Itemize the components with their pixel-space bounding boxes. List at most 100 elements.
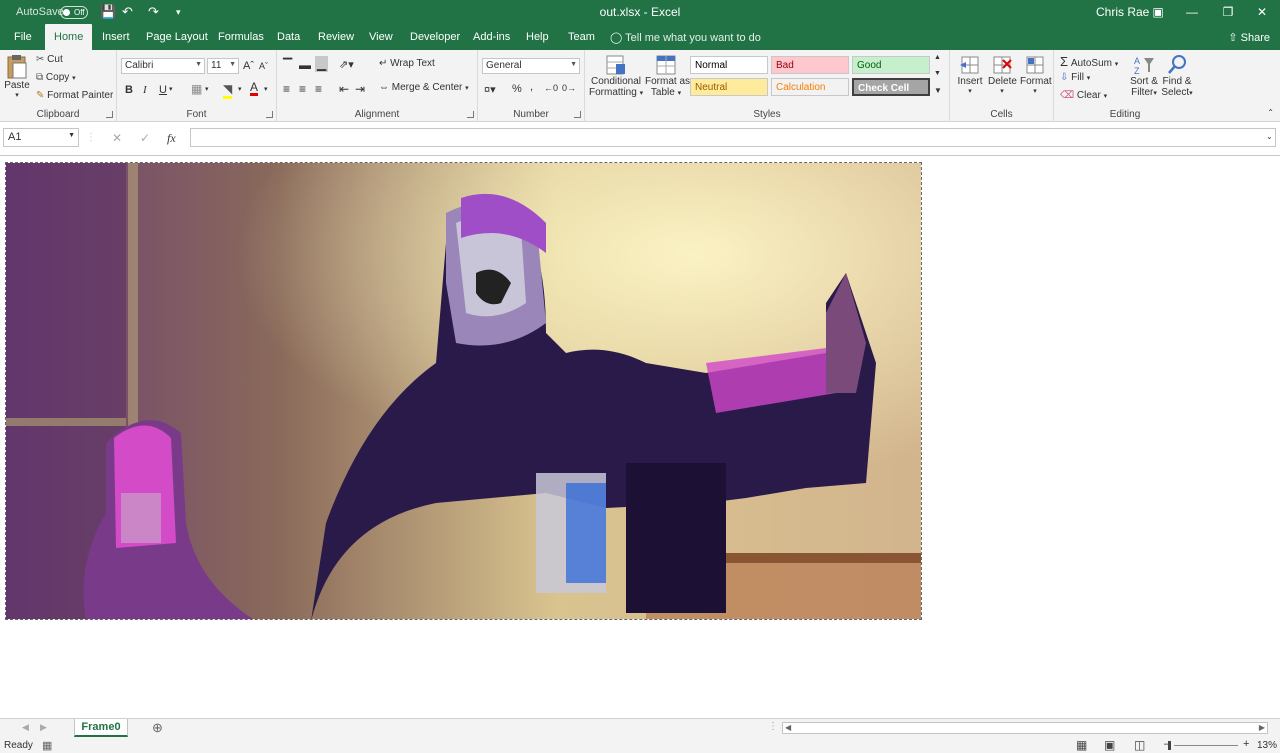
decrease-font-icon[interactable]: Aˇ <box>259 61 268 71</box>
clear-button[interactable]: ⌫ Clear ▾ <box>1060 90 1107 101</box>
tab-team[interactable]: Team <box>559 24 604 50</box>
bold-button[interactable]: B <box>125 84 133 96</box>
styles-scroll-up-icon[interactable]: ▲ <box>934 54 941 61</box>
decrease-indent-icon[interactable]: ⇤ <box>339 82 349 96</box>
tab-review[interactable]: Review <box>309 24 363 50</box>
comma-style-button[interactable]: , <box>530 81 533 93</box>
zoom-level[interactable]: 13% <box>1257 740 1277 751</box>
style-calculation[interactable]: Calculation <box>771 78 849 96</box>
number-format-combo[interactable]: General ▼ <box>482 58 580 74</box>
scroll-tabs-left-icon[interactable]: ◀ <box>22 722 29 733</box>
insert-function-button[interactable]: fx <box>167 131 176 146</box>
style-good[interactable]: Good <box>852 56 930 74</box>
split-handle-icon[interactable]: ⋮ <box>768 721 778 732</box>
wrap-text-button[interactable]: ↵ Wrap Text <box>379 58 435 69</box>
scroll-left-icon[interactable]: ◀ <box>785 723 791 732</box>
style-check-cell[interactable]: Check Cell <box>852 78 930 96</box>
number-launcher-icon[interactable] <box>574 111 581 118</box>
italic-button[interactable]: I <box>143 84 147 96</box>
scroll-tabs-right-icon[interactable]: ▶ <box>40 722 47 733</box>
worksheet-grid[interactable] <box>0 155 1280 718</box>
tab-formulas[interactable]: Formulas <box>209 24 273 50</box>
top-align-icon[interactable]: ▔ <box>283 58 292 72</box>
font-size-combo[interactable]: 11 ▼ <box>207 58 239 74</box>
restore-icon[interactable]: ❐ <box>1216 2 1240 22</box>
sheet-tab-frame0[interactable]: Frame0 <box>74 719 128 737</box>
merge-center-button[interactable]: ⇔ Merge & Center ▾ <box>379 82 469 93</box>
styles-scroll-down-icon[interactable]: ▼ <box>934 70 941 77</box>
tell-me-search[interactable]: ◯ Tell me what you want to do <box>610 31 761 44</box>
alignment-launcher-icon[interactable] <box>467 111 474 118</box>
zoom-slider[interactable] <box>1174 745 1238 746</box>
font-launcher-icon[interactable] <box>266 111 273 118</box>
autosum-button[interactable]: Σ AutoSum ▾ <box>1060 54 1118 69</box>
formula-input[interactable] <box>190 128 1276 147</box>
share-button[interactable]: ⇧ Share <box>1228 31 1270 44</box>
paste-button[interactable]: Paste ▾ <box>4 54 30 99</box>
tab-insert[interactable]: Insert <box>93 24 139 50</box>
autosave-toggle[interactable]: Off <box>60 6 88 19</box>
tab-help[interactable]: Help <box>517 24 558 50</box>
borders-icon[interactable]: ▦ <box>191 82 202 96</box>
page-layout-view-icon[interactable]: ▣ <box>1104 738 1115 752</box>
new-sheet-icon[interactable]: ⊕ <box>152 720 163 736</box>
close-icon[interactable]: ✕ <box>1250 2 1274 22</box>
font-color-dropdown-icon[interactable]: ▾ <box>264 85 268 93</box>
style-neutral[interactable]: Neutral <box>690 78 768 96</box>
zoom-slider-thumb[interactable] <box>1168 741 1171 750</box>
insert-cells-button[interactable]: Insert ▾ <box>956 54 984 95</box>
conditional-formatting-button[interactable]: Conditional Formatting ▾ <box>589 54 643 98</box>
font-color-icon[interactable]: A <box>250 81 259 96</box>
delete-cells-button[interactable]: Delete ▾ <box>988 54 1017 95</box>
horizontal-scrollbar[interactable]: ◀ ▶ <box>782 722 1268 734</box>
middle-align-icon[interactable]: ▬ <box>299 58 311 72</box>
collapse-ribbon-icon[interactable]: ⌃ <box>1267 108 1274 117</box>
decrease-decimal-icon[interactable]: 0→ <box>562 83 576 93</box>
sort-filter-button[interactable]: AZ Sort & Filter▾ <box>1128 54 1160 98</box>
tab-data[interactable]: Data <box>268 24 309 50</box>
percent-style-button[interactable]: % <box>512 83 522 95</box>
styles-more-icon[interactable]: ▼ <box>934 86 942 95</box>
embedded-picture[interactable] <box>5 162 922 620</box>
confirm-entry-icon[interactable]: ✓ <box>140 131 150 145</box>
increase-font-icon[interactable]: Aˆ <box>243 60 254 72</box>
clipboard-launcher-icon[interactable] <box>106 111 113 118</box>
customize-qat-icon[interactable]: ▾ <box>176 7 181 18</box>
tab-view[interactable]: View <box>360 24 402 50</box>
style-bad[interactable]: Bad <box>771 56 849 74</box>
macro-record-icon[interactable]: ▦ <box>42 739 52 752</box>
underline-dropdown-icon[interactable]: ▾ <box>169 85 173 93</box>
orientation-icon[interactable]: ⇗▾ <box>339 58 354 71</box>
user-name[interactable]: Chris Rae <box>1096 5 1149 19</box>
fill-color-dropdown-icon[interactable]: ▾ <box>238 85 242 93</box>
align-right-icon[interactable]: ≡ <box>315 82 322 96</box>
minimize-icon[interactable]: — <box>1180 2 1204 22</box>
scroll-right-icon[interactable]: ▶ <box>1259 723 1265 732</box>
redo-icon[interactable]: ↷ <box>148 4 159 20</box>
bottom-align-icon[interactable]: ▁ <box>315 56 329 72</box>
increase-indent-icon[interactable]: ⇥ <box>355 82 365 96</box>
align-left-icon[interactable]: ≡ <box>283 82 290 96</box>
format-painter-button[interactable]: ✎ Format Painter <box>36 90 113 101</box>
tab-home[interactable]: Home <box>45 24 93 50</box>
accounting-format-icon[interactable]: ¤▾ <box>484 83 496 96</box>
fill-button[interactable]: ⇩ Fill ▾ <box>1060 72 1090 83</box>
expand-formula-bar-icon[interactable]: ⌄ <box>1266 132 1273 141</box>
underline-button[interactable]: U <box>159 84 167 96</box>
page-break-view-icon[interactable]: ◫ <box>1134 738 1145 752</box>
find-select-button[interactable]: Find & Select▾ <box>1160 54 1194 98</box>
copy-button[interactable]: ⧉ Copy ▾ <box>36 72 76 83</box>
tab-add-ins[interactable]: Add-ins <box>464 24 519 50</box>
ribbon-display-options-icon[interactable]: ▣ <box>1146 2 1170 22</box>
zoom-in-icon[interactable]: + <box>1243 738 1249 750</box>
tab-developer[interactable]: Developer <box>401 24 469 50</box>
tab-file[interactable]: File <box>5 24 41 50</box>
increase-decimal-icon[interactable]: ←0 <box>544 83 558 93</box>
format-cells-button[interactable]: Format ▾ <box>1020 54 1052 95</box>
style-normal[interactable]: Normal <box>690 56 768 74</box>
borders-dropdown-icon[interactable]: ▾ <box>205 85 209 93</box>
font-name-combo[interactable]: Calibri ▼ <box>121 58 205 74</box>
cut-button[interactable]: ✂ Cut <box>36 54 63 65</box>
cancel-entry-icon[interactable]: ✕ <box>112 131 122 145</box>
fill-color-icon[interactable]: ◥ <box>223 82 233 99</box>
